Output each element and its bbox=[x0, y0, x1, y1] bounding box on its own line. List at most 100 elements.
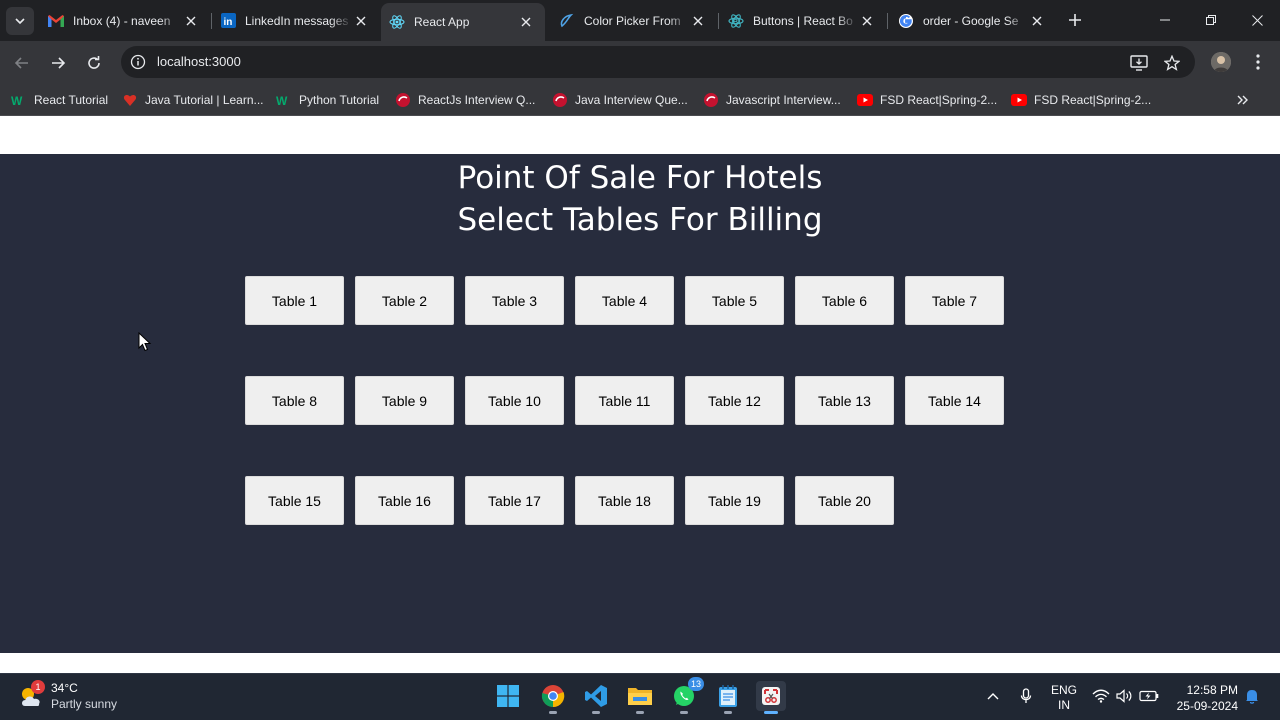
tab-react-bootstrap[interactable]: B Buttons | React Bo bbox=[720, 6, 886, 35]
bookmark-item[interactable]: Java Tutorial | Learn... bbox=[122, 92, 264, 108]
tab-title: order - Google Se bbox=[923, 13, 1019, 28]
table-button[interactable]: Table 5 bbox=[685, 276, 784, 325]
table-button[interactable]: Table 15 bbox=[245, 476, 344, 525]
table-button[interactable]: Table 9 bbox=[355, 376, 454, 425]
file-explorer-app[interactable] bbox=[625, 681, 655, 714]
table-button[interactable]: Table 1 bbox=[245, 276, 344, 325]
url-text[interactable]: localhost:3000 bbox=[157, 54, 241, 69]
minimize-button[interactable] bbox=[1152, 8, 1178, 32]
table-button[interactable]: Table 17 bbox=[465, 476, 564, 525]
tab-react-app[interactable]: React App bbox=[381, 3, 545, 41]
battery-charging-icon bbox=[1139, 690, 1159, 702]
chrome-icon bbox=[541, 685, 565, 708]
table-button[interactable]: Table 10 bbox=[465, 376, 564, 425]
bookmark-item[interactable]: Javascript Interview... bbox=[703, 92, 841, 108]
close-icon[interactable] bbox=[1028, 12, 1046, 30]
table-button[interactable]: Table 14 bbox=[905, 376, 1004, 425]
running-indicator bbox=[724, 711, 732, 714]
clock-date: 25-09-2024 bbox=[1176, 699, 1238, 713]
volume-status[interactable] bbox=[1115, 686, 1135, 706]
table-button[interactable]: Table 2 bbox=[355, 276, 454, 325]
more-vert-icon bbox=[1256, 54, 1260, 70]
wifi-icon bbox=[1092, 689, 1110, 703]
close-icon[interactable] bbox=[858, 12, 876, 30]
bookmark-item[interactable]: FSD React|Spring-2... bbox=[857, 92, 997, 108]
table-button[interactable]: Table 12 bbox=[685, 376, 784, 425]
chrome-app[interactable] bbox=[538, 681, 568, 714]
tab-gmail[interactable]: Inbox (4) - naveen bbox=[40, 6, 210, 35]
table-button[interactable]: Table 6 bbox=[795, 276, 894, 325]
restore-button[interactable] bbox=[1198, 8, 1224, 32]
bookmark-item[interactable]: W Python Tutorial bbox=[276, 92, 379, 108]
close-icon[interactable] bbox=[517, 13, 535, 31]
speaker-icon bbox=[1116, 689, 1132, 703]
bookmark-item[interactable]: ReactJs Interview Q... bbox=[395, 92, 535, 108]
table-button[interactable]: Table 7 bbox=[905, 276, 1004, 325]
table-button[interactable]: Table 4 bbox=[575, 276, 674, 325]
table-button[interactable]: Table 3 bbox=[465, 276, 564, 325]
back-button[interactable] bbox=[10, 51, 34, 75]
arrow-right-icon bbox=[52, 57, 66, 69]
w3schools-icon: W bbox=[276, 92, 292, 108]
tab-search-button[interactable] bbox=[6, 7, 34, 35]
plus-icon bbox=[1069, 14, 1081, 26]
install-app-icon[interactable] bbox=[1130, 54, 1148, 72]
reload-button[interactable] bbox=[82, 51, 106, 75]
running-indicator bbox=[592, 711, 600, 714]
star-icon[interactable] bbox=[1163, 54, 1181, 72]
weather-temperature: 34°C bbox=[51, 681, 78, 695]
forward-button[interactable] bbox=[46, 51, 70, 75]
new-tab-button[interactable] bbox=[1064, 9, 1086, 31]
close-icon[interactable] bbox=[689, 12, 707, 30]
table-button[interactable]: Table 16 bbox=[355, 476, 454, 525]
snipping-tool-app[interactable] bbox=[756, 681, 786, 714]
table-button[interactable]: Table 11 bbox=[575, 376, 674, 425]
vscode-app[interactable] bbox=[581, 681, 611, 714]
system-clock[interactable]: 12:58 PM 25-09-2024 bbox=[1168, 682, 1238, 714]
table-button[interactable]: Table 13 bbox=[795, 376, 894, 425]
react-bootstrap-icon: B bbox=[728, 13, 744, 29]
w3schools-icon: W bbox=[11, 92, 27, 108]
notifications-button[interactable] bbox=[1242, 686, 1262, 706]
show-hidden-icons-button[interactable] bbox=[983, 686, 1003, 706]
tab-linkedin[interactable]: in LinkedIn messages bbox=[212, 6, 380, 35]
microphone-button[interactable] bbox=[1016, 686, 1036, 706]
minimize-icon bbox=[1160, 19, 1170, 21]
chrome-menu-button[interactable] bbox=[1250, 52, 1266, 72]
table-button[interactable]: Table 18 bbox=[575, 476, 674, 525]
bookmark-item[interactable]: W React Tutorial bbox=[11, 92, 108, 108]
arrow-left-icon bbox=[14, 57, 28, 69]
color-picker-icon bbox=[559, 13, 575, 29]
tab-title: LinkedIn messages bbox=[245, 13, 349, 28]
close-icon[interactable] bbox=[352, 12, 370, 30]
profile-avatar[interactable] bbox=[1211, 52, 1231, 72]
weather-description: Partly sunny bbox=[51, 697, 118, 711]
tab-title: Buttons | React Bo bbox=[753, 13, 853, 28]
table-button[interactable]: Table 8 bbox=[245, 376, 344, 425]
more-bookmarks-button[interactable] bbox=[1234, 92, 1252, 108]
bookmark-item[interactable]: Java Interview Que... bbox=[552, 92, 688, 108]
table-button[interactable]: Table 19 bbox=[685, 476, 784, 525]
close-window-button[interactable] bbox=[1244, 8, 1270, 32]
windows-taskbar: 1 34°C Partly sunny 13 ENG IN 12:58 PM 2… bbox=[0, 673, 1280, 720]
info-icon[interactable] bbox=[130, 54, 146, 70]
start-button[interactable] bbox=[493, 681, 523, 711]
running-indicator bbox=[764, 711, 778, 714]
battery-status[interactable] bbox=[1139, 686, 1159, 706]
tab-google-search[interactable]: order - Google Se bbox=[890, 6, 1056, 35]
wifi-status[interactable] bbox=[1091, 686, 1111, 706]
whatsapp-app[interactable]: 13 bbox=[669, 677, 704, 714]
svg-text:W: W bbox=[276, 94, 288, 106]
tab-separator bbox=[887, 13, 888, 29]
tab-color-picker[interactable]: Color Picker From bbox=[551, 6, 717, 35]
language-code: ENG bbox=[1050, 683, 1077, 697]
bookmarks-bar: W React Tutorial Java Tutorial | Learn..… bbox=[0, 84, 1280, 116]
input-language-indicator[interactable]: ENG IN bbox=[1050, 683, 1078, 713]
bookmark-item[interactable]: FSD React|Spring-2... bbox=[1011, 92, 1151, 108]
close-icon[interactable] bbox=[182, 12, 200, 30]
tab-title: Color Picker From bbox=[584, 13, 681, 28]
table-button[interactable]: Table 20 bbox=[795, 476, 894, 525]
clock-time: 12:58 PM bbox=[1186, 683, 1238, 697]
address-bar[interactable]: localhost:3000 bbox=[121, 46, 1195, 78]
notepad-app[interactable] bbox=[713, 681, 743, 714]
